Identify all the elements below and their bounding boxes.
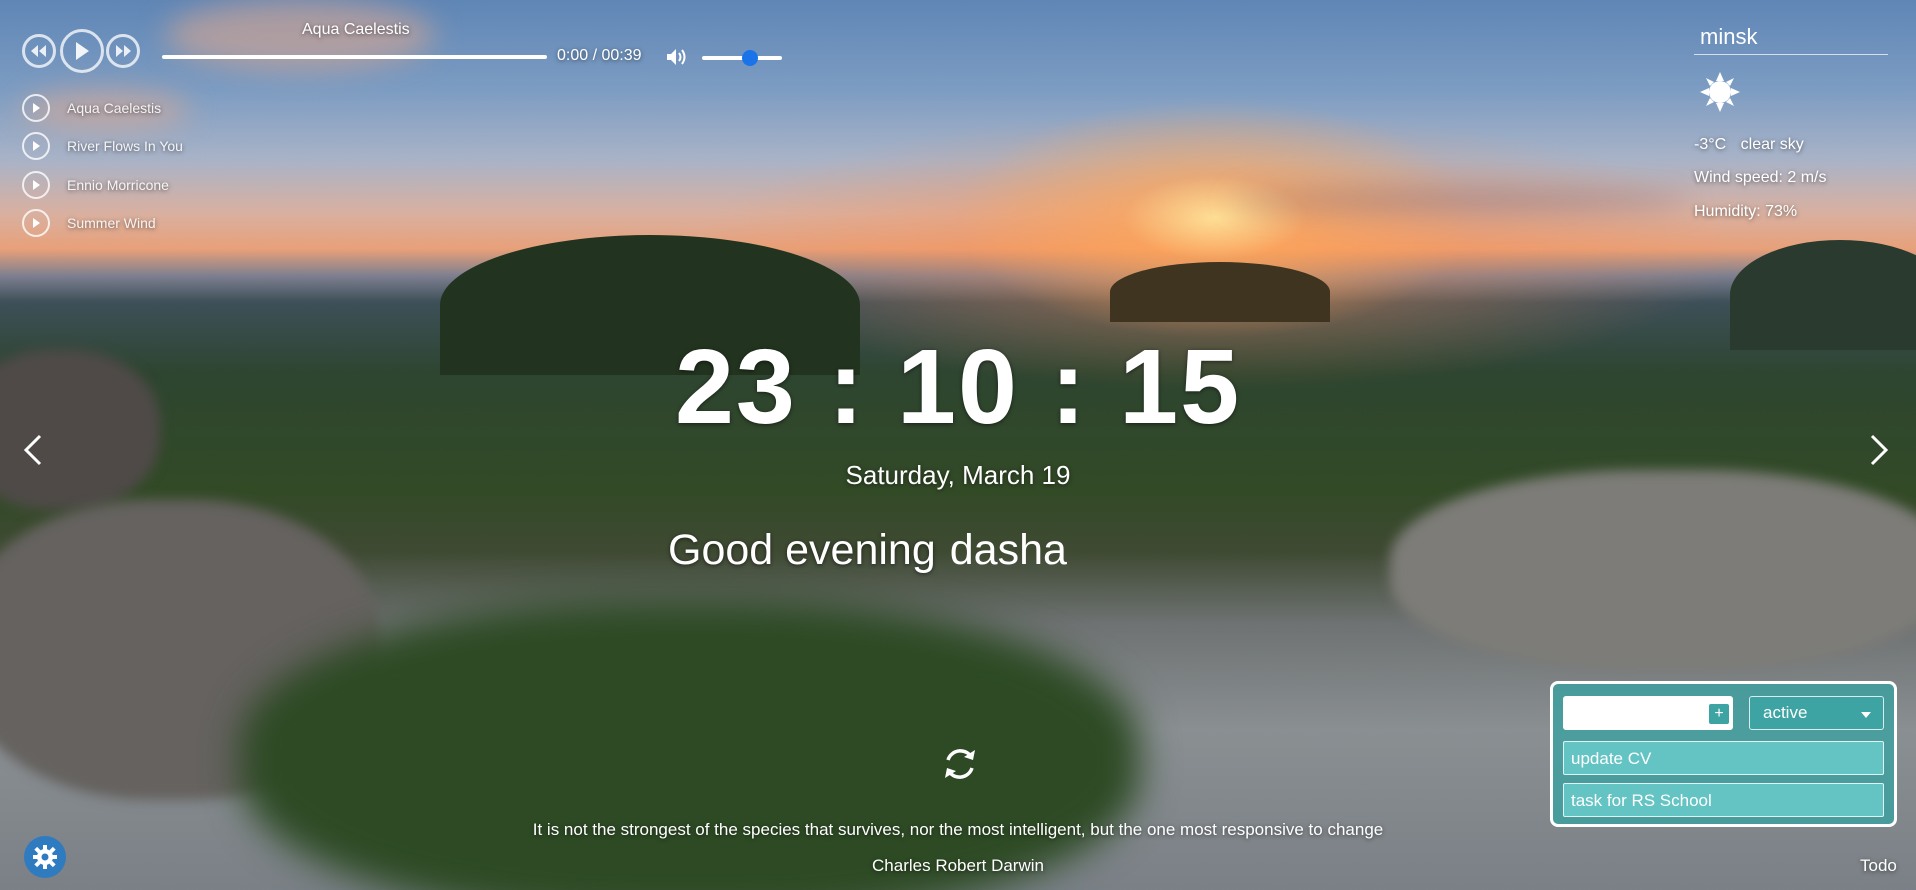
todo-toggle-button[interactable]: Todo: [1860, 856, 1897, 876]
progress-bar[interactable]: [162, 55, 547, 59]
volume-slider-thumb[interactable]: [742, 50, 758, 66]
playlist-item-label: River Flows In You: [67, 138, 183, 154]
quote-author: Charles Robert Darwin: [872, 856, 1044, 875]
name-input[interactable]: [949, 526, 1090, 575]
track-time: 0:00 / 00:39: [557, 47, 642, 64]
playlist-item[interactable]: Ennio Morricone: [22, 171, 169, 199]
todo-item[interactable]: update CV: [1563, 741, 1884, 775]
playlist-item-label: Ennio Morricone: [67, 177, 169, 193]
fast-forward-icon: [116, 45, 131, 57]
playlist-item-label: Summer Wind: [67, 215, 156, 231]
sun-icon: [1700, 72, 1740, 112]
background-rock: [240, 600, 1140, 890]
play-icon: [22, 94, 50, 122]
todo-item[interactable]: task for RS School: [1563, 783, 1884, 817]
weather-summary: -3°C clear sky: [1694, 136, 1804, 154]
clock-date: Saturday, March 19: [845, 460, 1071, 490]
play-icon: [76, 42, 89, 60]
prev-track-button[interactable]: [22, 34, 56, 68]
play-icon: [22, 171, 50, 199]
gear-icon: [33, 845, 57, 869]
todo-filter-select[interactable]: active: [1749, 696, 1884, 730]
greeting-text: Good evening: [668, 526, 936, 574]
volume-icon[interactable]: [665, 47, 689, 67]
humidity: Humidity: 73%: [1694, 203, 1798, 220]
refresh-icon[interactable]: [940, 744, 980, 784]
todo-add-button[interactable]: +: [1709, 704, 1729, 724]
todo-input[interactable]: [1563, 696, 1733, 730]
rewind-icon: [31, 45, 46, 57]
clock-time: 23 : 10 : 15: [674, 328, 1242, 446]
background-rock: [1390, 470, 1916, 670]
audio-player: Aqua Caelestis 0:00 / 00:39 Aqua Caelest…: [22, 14, 782, 244]
playlist-item[interactable]: Aqua Caelestis: [22, 94, 161, 122]
playlist-item-label: Aqua Caelestis: [67, 100, 162, 116]
playlist-item[interactable]: Summer Wind: [22, 209, 156, 237]
todo-panel: + active update CV task for RS School: [1550, 681, 1897, 827]
playlist-item[interactable]: River Flows In You: [22, 132, 183, 160]
settings-button[interactable]: [24, 836, 66, 878]
play-icon: [22, 209, 50, 237]
current-track-title: Aqua Caelestis: [302, 21, 410, 38]
next-track-button[interactable]: [106, 34, 140, 68]
temperature: -3°C: [1694, 136, 1727, 153]
chevron-down-icon: [1861, 712, 1871, 718]
greeting: Good evening: [668, 526, 1090, 575]
city-input[interactable]: [1694, 20, 1888, 55]
play-icon: [22, 132, 50, 160]
todo-filter-value: active: [1763, 703, 1808, 722]
weather-widget: -3°C clear sky Wind speed: 2 m/s Humidit…: [1694, 20, 1888, 220]
background-hill: [1110, 262, 1330, 322]
wind-speed: Wind speed: 2 m/s: [1694, 169, 1827, 186]
play-button[interactable]: [60, 29, 104, 73]
weather-description: clear sky: [1740, 136, 1804, 153]
background-cloud: [1230, 190, 1690, 212]
